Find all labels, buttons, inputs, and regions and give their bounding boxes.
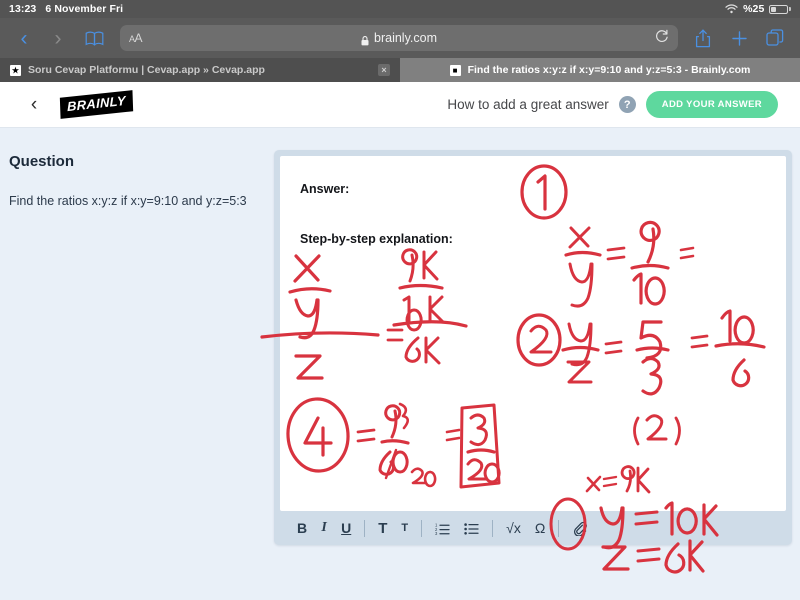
tab-title: Find the ratios x:y:z if x:y=9:10 and y:… (467, 64, 751, 76)
answer-label: Answer: (300, 182, 350, 196)
back-icon[interactable]: ‹ (14, 28, 34, 49)
step-by-step-label: Step-by-step explanation: (300, 232, 453, 246)
ios-status-bar: 13:23 6 November Fri %25 (0, 0, 800, 18)
safari-toolbar: ‹ › AAAA brainly.com (0, 18, 800, 58)
add-your-answer-button[interactable]: ADD YOUR ANSWER (645, 91, 778, 118)
page-favicon: ■ (449, 64, 461, 76)
address-bar[interactable]: AAAA brainly.com (120, 25, 678, 51)
browser-tab-inactive[interactable]: ★ Soru Cevap Platformu | Cevap.app » Cev… (0, 58, 400, 82)
answer-editor-canvas[interactable]: Answer: Step-by-step explanation: (280, 156, 786, 511)
question-heading: Question (9, 153, 75, 170)
url-text: brainly.com (374, 31, 437, 45)
question-panel: Question Find the ratios x:y:z if x:y=9:… (9, 153, 259, 211)
book-icon[interactable] (82, 31, 106, 46)
editor-toolbar: B I U T T 1 2 3 √x Ω (280, 511, 786, 545)
tabs-icon[interactable] (764, 29, 786, 47)
status-date: 6 November Fri (45, 3, 124, 15)
question-mark-icon[interactable]: ? (618, 96, 636, 113)
toolbar-divider (421, 519, 423, 537)
tab-strip: ★ Soru Cevap Platformu | Cevap.app » Cev… (0, 58, 800, 82)
answer-editor: Answer: Step-by-step explanation: B I U … (274, 150, 792, 545)
text-size-button[interactable]: AAAA (129, 31, 143, 45)
how-to-add-great-answer-link[interactable]: How to add a great answer (447, 97, 608, 112)
page-back-icon[interactable]: ‹ (22, 94, 46, 116)
brainly-logo[interactable]: BRAINLY (59, 90, 134, 119)
brainly-favicon: ★ (10, 64, 21, 76)
bullet-list-icon[interactable] (457, 517, 486, 539)
page-body: Question Find the ratios x:y:z if x:y=9:… (0, 128, 800, 600)
italic-button[interactable]: I (314, 517, 334, 539)
battery-percent-label: %25 (743, 3, 765, 15)
tab-title: Soru Cevap Platformu | Cevap.app » Cevap… (28, 64, 265, 76)
toolbar-divider (558, 519, 560, 537)
wifi-icon (725, 4, 738, 14)
brainly-site-header: ‹ BRAINLY How to add a great answer ? AD… (0, 82, 800, 128)
plus-icon[interactable] (728, 30, 750, 47)
toolbar-divider (364, 519, 366, 537)
attachment-icon[interactable] (565, 517, 594, 539)
svg-text:3: 3 (435, 531, 438, 535)
tablet-screen: 13:23 6 November Fri %25 ‹ › AA brainly.… (0, 0, 800, 600)
status-time: 13:23 (9, 3, 37, 15)
browser-tab-active[interactable]: ■ Find the ratios x:y:z if x:y=9:10 and … (400, 58, 800, 82)
lock-icon (361, 33, 369, 46)
numbered-list-icon[interactable]: 1 2 3 (428, 517, 457, 539)
toolbar-divider (492, 519, 494, 537)
bold-button[interactable]: B (290, 517, 314, 539)
battery-icon (769, 4, 791, 14)
heading-small-button[interactable]: T (394, 517, 415, 539)
forward-icon[interactable]: › (48, 28, 68, 49)
share-icon[interactable] (692, 29, 714, 48)
symbol-button[interactable]: Ω (528, 517, 552, 539)
question-text: Find the ratios x:y:z if x:y=9:10 and y:… (9, 194, 247, 208)
close-icon[interactable]: × (378, 64, 390, 76)
math-formula-button[interactable]: √x (499, 517, 528, 539)
heading-large-button[interactable]: T (371, 517, 394, 539)
underline-button[interactable]: U (334, 517, 358, 539)
reload-icon[interactable] (655, 29, 669, 47)
